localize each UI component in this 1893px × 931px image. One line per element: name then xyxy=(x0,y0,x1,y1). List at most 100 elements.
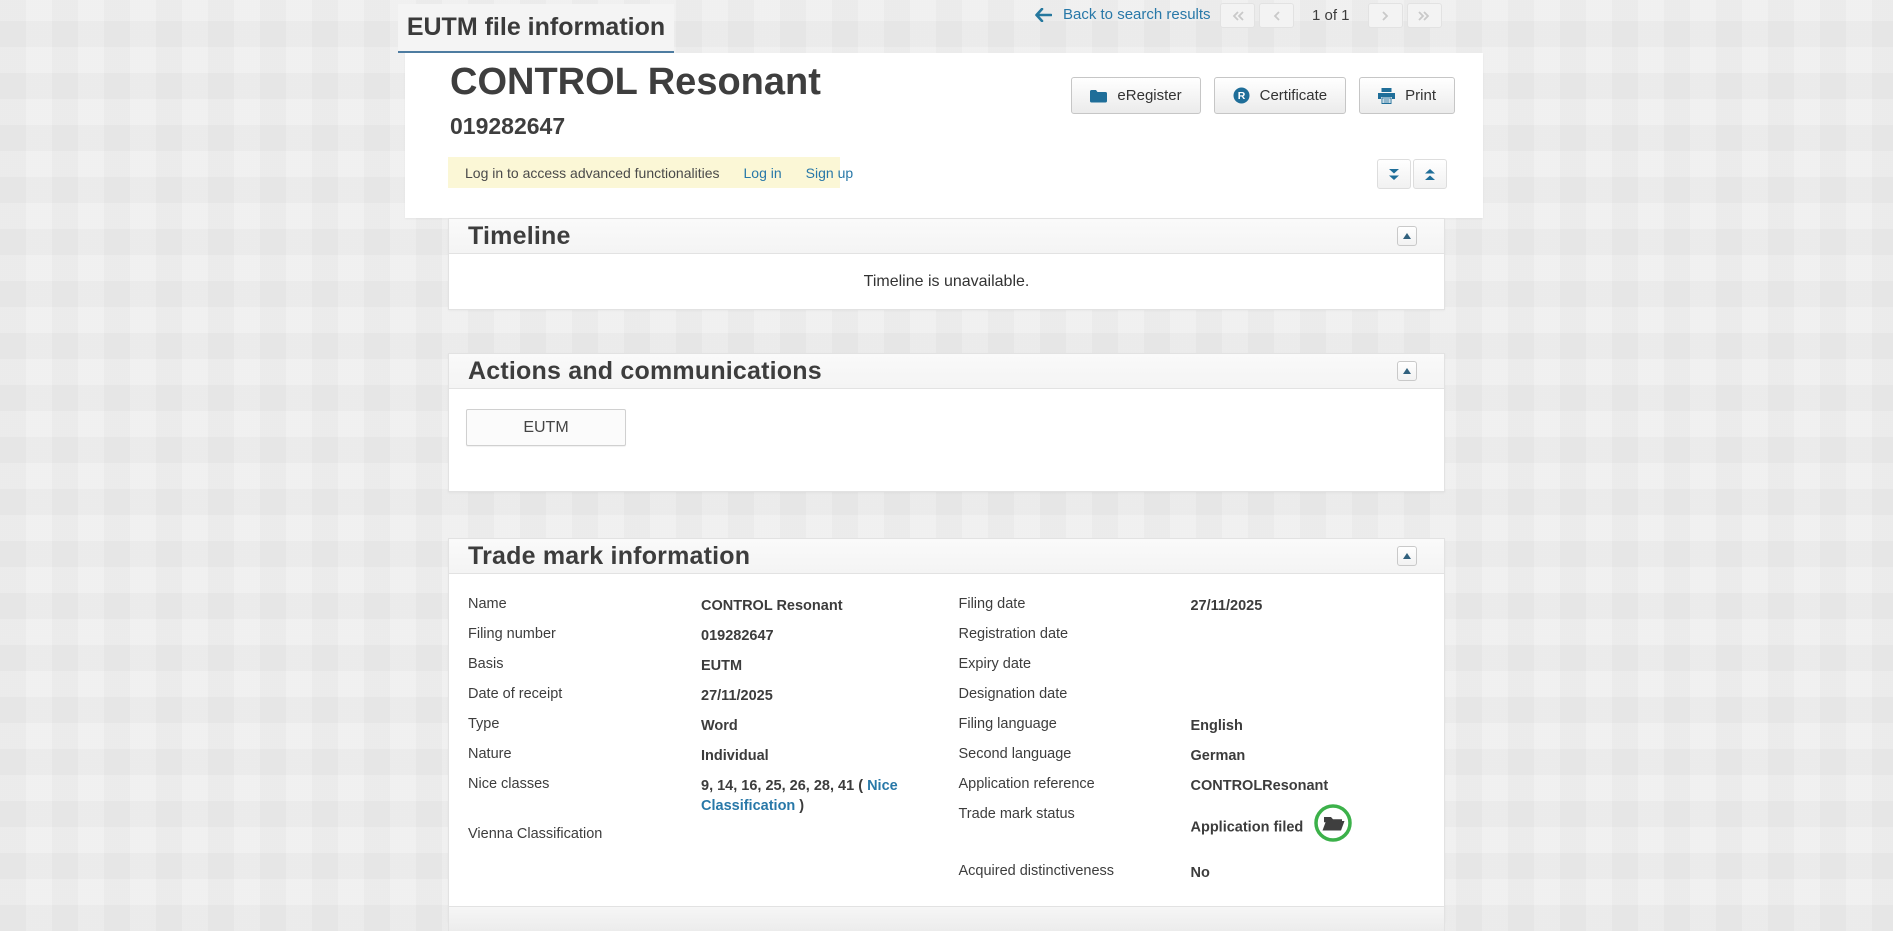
field-label: Nice classes xyxy=(468,774,701,792)
trademark-section-title: Trade mark information xyxy=(468,542,750,571)
actions-section-header: Actions and communications xyxy=(449,354,1444,389)
field-label: Nature xyxy=(468,744,701,762)
collapse-caret-icon xyxy=(1403,553,1411,559)
field-row: Vienna Classification xyxy=(468,824,958,846)
action-buttons: eRegister R Certificate Print xyxy=(1071,77,1455,114)
field-row: Trade mark status Application filed xyxy=(958,804,1425,849)
actions-section-body: EUTM xyxy=(449,389,1444,491)
timeline-section: Timeline Timeline is unavailable. xyxy=(448,218,1445,310)
prev-page-button[interactable] xyxy=(1259,3,1294,28)
trademark-section-header: Trade mark information xyxy=(449,539,1444,574)
first-page-button[interactable] xyxy=(1220,3,1255,28)
field-label: Trade mark status xyxy=(958,804,1190,822)
field-label: Expiry date xyxy=(958,654,1190,672)
expand-all-button[interactable] xyxy=(1377,159,1411,189)
field-value xyxy=(1190,624,1425,626)
timeline-section-body: Timeline is unavailable. xyxy=(449,254,1444,309)
back-link-label: Back to search results xyxy=(1063,6,1211,23)
page-background: EUTM file information Back to search res… xyxy=(0,0,1893,931)
timeline-collapse-button[interactable] xyxy=(1397,226,1417,246)
eutm-filter-button[interactable]: EUTM xyxy=(466,409,626,446)
field-value: German xyxy=(1190,744,1425,766)
field-row: Nice classes 9, 14, 16, 25, 26, 28, 41 (… xyxy=(468,774,958,816)
field-value: No xyxy=(1190,861,1425,883)
field-label: Name xyxy=(468,594,701,612)
field-value-text: Word xyxy=(701,718,738,734)
field-row: Designation date xyxy=(958,684,1425,706)
prev-page-icon xyxy=(1273,11,1281,21)
trademark-collapse-button[interactable] xyxy=(1397,546,1417,566)
field-value: EUTM xyxy=(701,654,958,676)
field-value: CONTROL Resonant xyxy=(701,594,958,616)
field-label: Registration date xyxy=(958,624,1190,642)
field-value-text: German xyxy=(1190,748,1245,764)
fold-buttons xyxy=(1377,159,1447,189)
eregister-button[interactable]: eRegister xyxy=(1071,77,1200,114)
login-link[interactable]: Log in xyxy=(744,165,782,181)
print-button[interactable]: Print xyxy=(1359,77,1455,114)
content-header-panel: CONTROL Resonant 019282647 eRegister R C… xyxy=(405,53,1483,218)
field-value-text: 27/11/2025 xyxy=(701,688,773,704)
field-label: Filing date xyxy=(958,594,1190,612)
timeline-section-header: Timeline xyxy=(449,219,1444,254)
printer-icon xyxy=(1378,88,1395,104)
field-label: Filing language xyxy=(958,714,1190,732)
field-row: Application reference CONTROLResonant xyxy=(958,774,1425,796)
field-row: Filing number 019282647 xyxy=(468,624,958,646)
field-value: 27/11/2025 xyxy=(701,684,958,706)
field-value xyxy=(701,824,958,826)
field-row: Expiry date xyxy=(958,654,1425,676)
field-value-text: English xyxy=(1190,718,1242,734)
last-page-button[interactable] xyxy=(1407,3,1442,28)
result-pagination: 1 of 1 xyxy=(1220,3,1442,28)
actions-collapse-button[interactable] xyxy=(1397,361,1417,381)
field-row: Filing language English xyxy=(958,714,1425,736)
field-value-text: Individual xyxy=(701,748,769,764)
timeline-section-title: Timeline xyxy=(468,222,571,251)
field-value-text: No xyxy=(1190,865,1209,881)
tab-eutm-file-information[interactable]: EUTM file information xyxy=(398,4,674,53)
trademark-filing-number: 019282647 xyxy=(450,113,565,140)
field-row: Registration date xyxy=(958,624,1425,646)
next-page-button[interactable] xyxy=(1368,3,1403,28)
field-label: Basis xyxy=(468,654,701,672)
trademark-title: CONTROL Resonant xyxy=(450,61,821,104)
eutm-filter-label: EUTM xyxy=(523,419,568,437)
first-page-icon xyxy=(1232,11,1244,21)
timeline-empty-message: Timeline is unavailable. xyxy=(864,273,1030,291)
field-row: Acquired distinctiveness No xyxy=(958,861,1425,883)
collapse-caret-icon xyxy=(1403,233,1411,239)
field-label: Date of receipt xyxy=(468,684,701,702)
field-row: Type Word xyxy=(468,714,958,736)
back-arrow-icon xyxy=(1035,8,1052,22)
field-label: Designation date xyxy=(958,684,1190,702)
field-value: English xyxy=(1190,714,1425,736)
field-label: Vienna Classification xyxy=(468,824,701,842)
field-value xyxy=(1190,684,1425,686)
field-value-suffix: ) xyxy=(795,798,804,814)
field-label: Acquired distinctiveness xyxy=(958,861,1190,879)
login-banner: Log in to access advanced functionalitie… xyxy=(448,157,840,188)
field-label: Filing number xyxy=(468,624,701,642)
field-value-text: Application filed xyxy=(1190,819,1303,835)
field-value: 019282647 xyxy=(701,624,958,646)
field-value: 27/11/2025 xyxy=(1190,594,1425,616)
field-value: 9, 14, 16, 25, 26, 28, 41 ( Nice Classif… xyxy=(701,774,958,816)
back-to-search-link[interactable]: Back to search results xyxy=(1035,6,1211,23)
certificate-button[interactable]: R Certificate xyxy=(1214,77,1347,114)
login-banner-message: Log in to access advanced functionalitie… xyxy=(465,165,720,181)
signup-link[interactable]: Sign up xyxy=(806,165,853,181)
field-row: Name CONTROL Resonant xyxy=(468,594,958,616)
eregister-label: eRegister xyxy=(1117,87,1181,104)
folder-icon xyxy=(1090,89,1107,103)
field-row: Date of receipt 27/11/2025 xyxy=(468,684,958,706)
collapse-all-button[interactable] xyxy=(1413,159,1447,189)
field-row: Filing date 27/11/2025 xyxy=(958,594,1425,616)
actions-section-title: Actions and communications xyxy=(468,357,822,386)
page-indicator: 1 of 1 xyxy=(1312,7,1350,24)
registered-icon: R xyxy=(1233,87,1250,104)
field-value: Individual xyxy=(701,744,958,766)
field-label: Application reference xyxy=(958,774,1190,792)
next-section-header-partial xyxy=(448,906,1445,931)
field-value-text: 27/11/2025 xyxy=(1190,598,1262,614)
